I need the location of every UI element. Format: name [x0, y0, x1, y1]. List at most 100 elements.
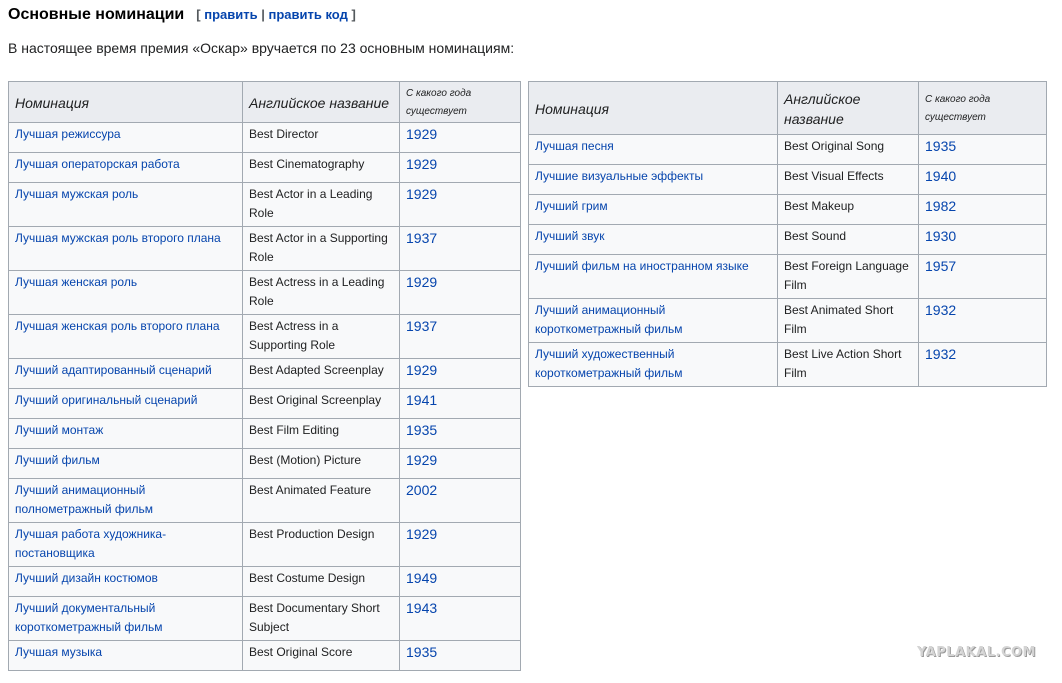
nomination-link[interactable]: Лучший оригинальный сценарий: [15, 393, 197, 407]
nomination-link[interactable]: Лучшая женская роль второго плана: [15, 319, 220, 333]
table-row: Лучший документальный короткометражный ф…: [8, 596, 521, 641]
english-name-cell: Best Cinematography: [242, 152, 400, 183]
year-cell: 1929: [399, 358, 521, 389]
nomination-cell: Лучшая мужская роль второго плана: [8, 226, 243, 271]
english-name-cell: Best Animated Feature: [242, 478, 400, 523]
nomination-cell: Лучший художественный короткометражный ф…: [528, 342, 778, 387]
section-title: Основные номинации: [8, 6, 185, 23]
year-link[interactable]: 1935: [406, 644, 437, 660]
nomination-link[interactable]: Лучший художественный короткометражный ф…: [535, 347, 682, 380]
nomination-cell: Лучший фильм: [8, 448, 243, 479]
nomination-link[interactable]: Лучшая песня: [535, 139, 614, 153]
table-row: Лучший фильм на иностранном языке Best Fo…: [528, 254, 1047, 299]
english-name-cell: Best Actor in a Supporting Role: [242, 226, 400, 271]
table-row: Лучший адаптированный сценарий Best Adapt…: [8, 358, 521, 389]
year-cell: 1949: [399, 566, 521, 597]
nomination-cell: Лучшие визуальные эффекты: [528, 164, 778, 195]
nomination-link[interactable]: Лучший грим: [535, 199, 608, 213]
column-header-english: Английское название: [242, 81, 400, 123]
year-cell: 1940: [918, 164, 1047, 195]
nomination-link[interactable]: Лучшая женская роль: [15, 275, 137, 289]
nomination-link[interactable]: Лучший анимационный полнометражный фильм: [15, 483, 153, 516]
bracket-open: [: [196, 7, 201, 22]
intro-text: В настоящее время премия «Оскар» вручает…: [8, 40, 515, 56]
nomination-link[interactable]: Лучший анимационный короткометражный фил…: [535, 303, 682, 336]
nomination-link[interactable]: Лучшая операторская работа: [15, 157, 180, 171]
site-watermark: YAPLAKAL.COM: [917, 645, 1036, 660]
year-link[interactable]: 1935: [925, 138, 956, 154]
english-name-cell: Best Visual Effects: [777, 164, 919, 195]
table-row: Лучший анимационный полнометражный фильм…: [8, 478, 521, 523]
year-link[interactable]: 1929: [406, 274, 437, 290]
edit-separator: |: [261, 7, 265, 22]
nomination-link[interactable]: Лучший монтаж: [15, 423, 103, 437]
nomination-link[interactable]: Лучший фильм: [15, 453, 100, 467]
nomination-cell: Лучшая режиссура: [8, 122, 243, 153]
year-link[interactable]: 1943: [406, 600, 437, 616]
nomination-cell: Лучший анимационный короткометражный фил…: [528, 298, 778, 343]
english-name-cell: Best Original Song: [777, 134, 919, 165]
year-link[interactable]: 1932: [925, 302, 956, 318]
year-link[interactable]: 1937: [406, 318, 437, 334]
nomination-link[interactable]: Лучшие визуальные эффекты: [535, 169, 703, 183]
year-cell: 1929: [399, 522, 521, 567]
nomination-cell: Лучший анимационный полнометражный фильм: [8, 478, 243, 523]
edit-source-link[interactable]: править код: [269, 7, 348, 22]
english-name-cell: Best (Motion) Picture: [242, 448, 400, 479]
year-link[interactable]: 1949: [406, 570, 437, 586]
english-name-cell: Best Production Design: [242, 522, 400, 567]
english-name-cell: Best Actor in a Leading Role: [242, 182, 400, 227]
table-row: Лучшая женская роль Best Actress in a Lea…: [8, 270, 521, 315]
nomination-link[interactable]: Лучший фильм на иностранном языке: [535, 259, 749, 273]
year-link[interactable]: 1929: [406, 126, 437, 142]
year-link[interactable]: 1929: [406, 362, 437, 378]
year-cell: 1929: [399, 270, 521, 315]
year-cell: 1930: [918, 224, 1047, 255]
year-link[interactable]: 1940: [925, 168, 956, 184]
nomination-link[interactable]: Лучшая музыка: [15, 645, 102, 659]
edit-link[interactable]: править: [204, 7, 257, 22]
year-link[interactable]: 1982: [925, 198, 956, 214]
english-name-cell: Best Makeup: [777, 194, 919, 225]
year-link[interactable]: 1937: [406, 230, 437, 246]
year-link[interactable]: 1929: [406, 156, 437, 172]
year-link[interactable]: 2002: [406, 482, 437, 498]
nomination-link[interactable]: Лучший адаптированный сценарий: [15, 363, 212, 377]
column-header-nomination: Номинация: [528, 81, 778, 135]
table-row: Лучший монтаж Best Film Editing 1935: [8, 418, 521, 449]
year-link[interactable]: 1935: [406, 422, 437, 438]
year-link[interactable]: 1929: [406, 526, 437, 542]
nomination-link[interactable]: Лучший звук: [535, 229, 605, 243]
year-cell: 2002: [399, 478, 521, 523]
table-body-left: Лучшая режиссура Best Director 1929 Лучшая …: [8, 122, 521, 671]
nomination-link[interactable]: Лучшая режиссура: [15, 127, 121, 141]
year-cell: 1937: [399, 226, 521, 271]
column-header-since: С какого года существует: [399, 81, 521, 123]
nomination-link[interactable]: Лучший документальный короткометражный ф…: [15, 601, 162, 634]
year-link[interactable]: 1929: [406, 186, 437, 202]
english-name-cell: Best Film Editing: [242, 418, 400, 449]
table-row: Лучший грим Best Makeup 1982: [528, 194, 1047, 225]
nomination-link[interactable]: Лучшая мужская роль: [15, 187, 138, 201]
english-name-cell: Best Documentary Short Subject: [242, 596, 400, 641]
year-cell: 1932: [918, 298, 1047, 343]
year-link[interactable]: 1929: [406, 452, 437, 468]
english-name-cell: Best Live Action Short Film: [777, 342, 919, 387]
table-row: Лучшие визуальные эффекты Best Visual Eff…: [528, 164, 1047, 195]
table-row: Лучшая женская роль второго плана Best Ac…: [8, 314, 521, 359]
year-link[interactable]: 1930: [925, 228, 956, 244]
nomination-cell: Лучшая песня: [528, 134, 778, 165]
nomination-link[interactable]: Лучший дизайн костюмов: [15, 571, 158, 585]
year-cell: 1929: [399, 448, 521, 479]
year-link[interactable]: 1932: [925, 346, 956, 362]
nomination-cell: Лучшая мужская роль: [8, 182, 243, 227]
table-row: Лучшая операторская работа Best Cinematog…: [8, 152, 521, 183]
year-link[interactable]: 1941: [406, 392, 437, 408]
year-link[interactable]: 1957: [925, 258, 956, 274]
year-cell: 1937: [399, 314, 521, 359]
nomination-link[interactable]: Лучшая мужская роль второго плана: [15, 231, 221, 245]
nomination-cell: Лучший звук: [528, 224, 778, 255]
nomination-cell: Лучший документальный короткометражный ф…: [8, 596, 243, 641]
nomination-link[interactable]: Лучшая работа художника-постановщика: [15, 527, 166, 560]
table-row: Лучший звук Best Sound 1930: [528, 224, 1047, 255]
